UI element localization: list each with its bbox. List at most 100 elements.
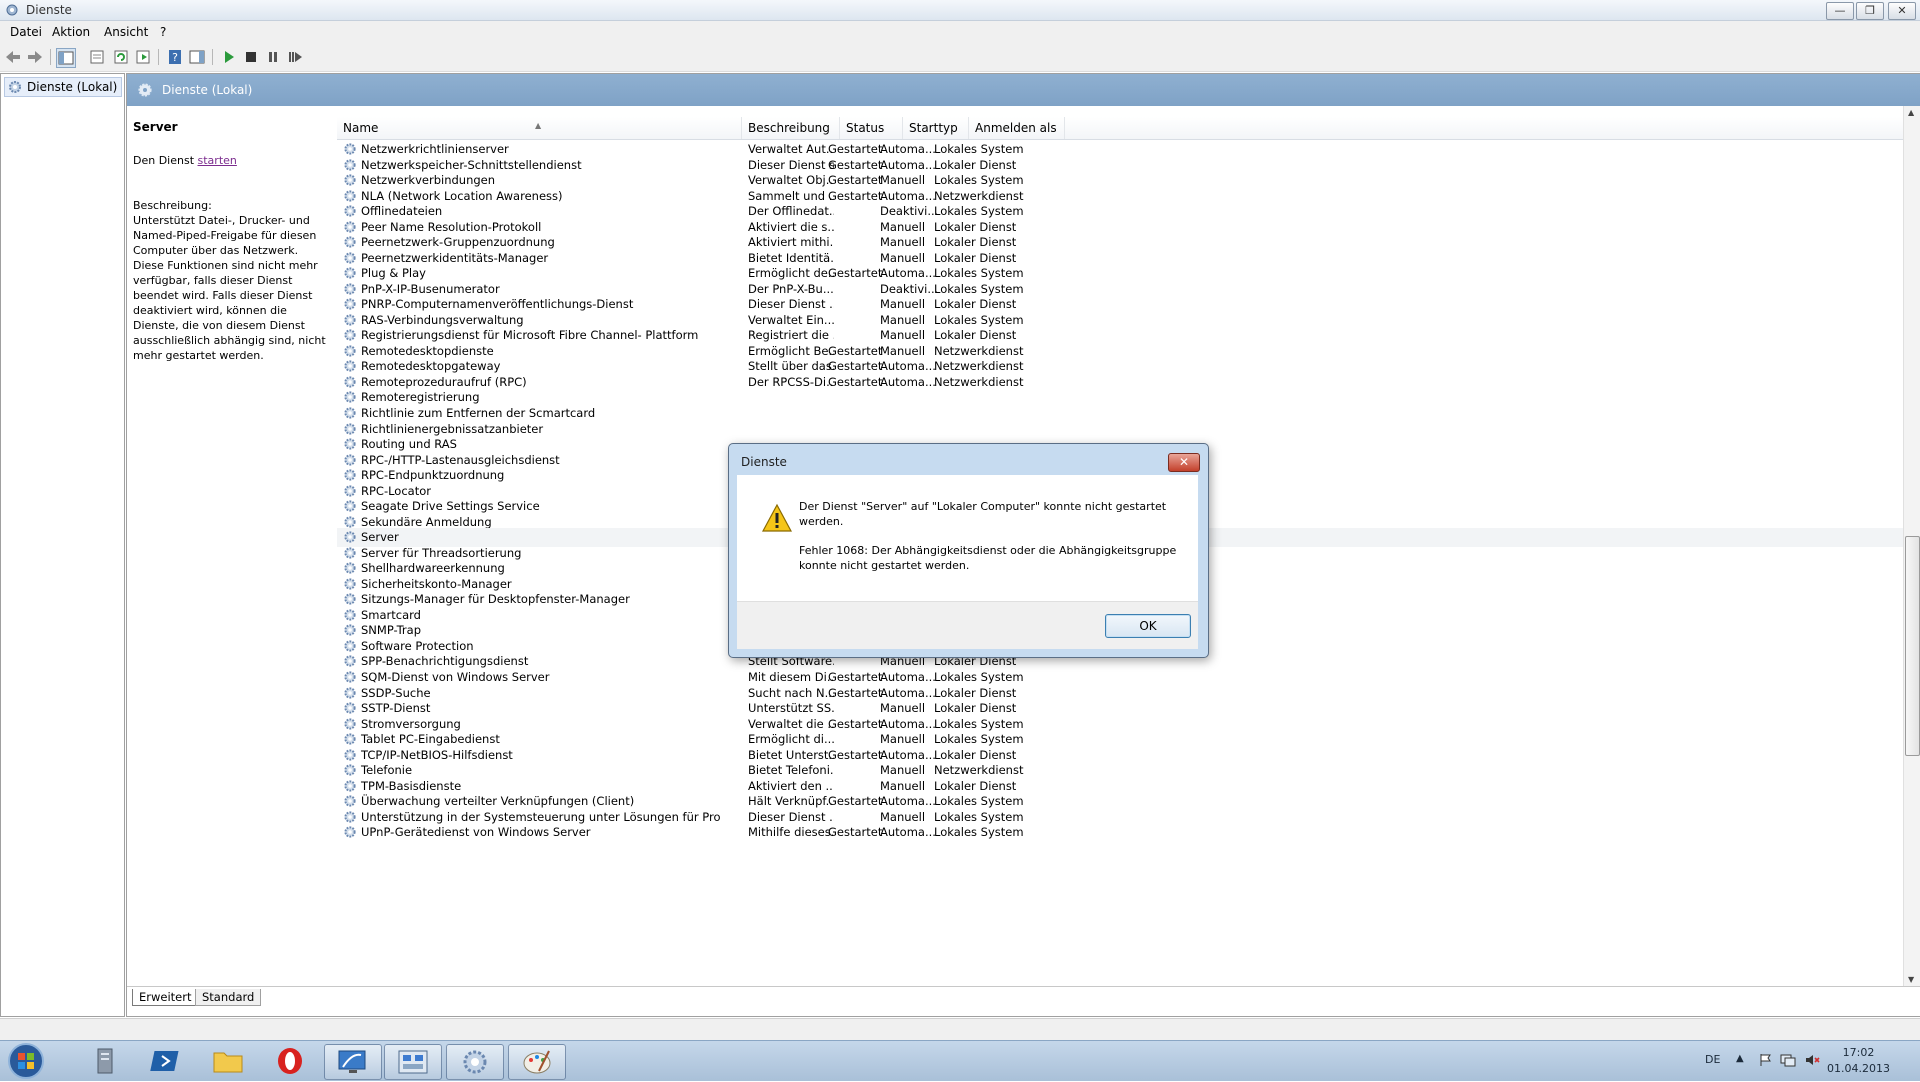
dialog-close-button[interactable]: ✕ <box>1168 453 1200 472</box>
menu-ansicht[interactable]: Ansicht <box>104 25 148 39</box>
menu-aktion[interactable]: Aktion <box>52 25 90 39</box>
dialog-message-1: Der Dienst "Server" auf "Lokaler Compute… <box>799 500 1167 528</box>
scroll-down-icon[interactable]: ▼ <box>1908 975 1914 984</box>
taskbar: DE ▲ 17:02 01.04.2013 <box>0 1040 1920 1081</box>
warning-icon <box>761 503 793 532</box>
service-name: TPM-Basisdienste <box>361 778 462 793</box>
toolbar: ? <box>0 43 1920 72</box>
ok-button[interactable]: OK <box>1105 614 1191 638</box>
folder-icon <box>213 1052 243 1073</box>
service-name: Remoteregistrierung <box>361 390 480 405</box>
scroll-thumb[interactable] <box>1905 536 1920 756</box>
svg-text:?: ? <box>172 51 178 64</box>
column-status[interactable]: Status <box>840 117 903 139</box>
show-action-pane-icon[interactable] <box>188 48 206 66</box>
menu-help[interactable]: ? <box>160 25 166 39</box>
service-name: TCP/IP-NetBIOS-Hilfsdienst <box>361 747 513 762</box>
service-name: Software Protection <box>361 638 474 653</box>
scroll-up-icon[interactable]: ▲ <box>1908 108 1914 117</box>
service-name: Seagate Drive Settings Service <box>361 499 540 514</box>
column-logon[interactable]: Anmelden als <box>969 117 1065 139</box>
service-name: Netzwerkrichtlinienserver <box>361 142 509 156</box>
taskbar-task-manager[interactable] <box>384 1044 442 1080</box>
menu-bar: Datei Aktion Ansicht ? <box>0 21 1920 43</box>
stop-service-icon[interactable] <box>242 48 260 66</box>
service-name: RPC-/HTTP-Lastenausgleichsdienst <box>361 452 560 467</box>
restart-service-icon[interactable] <box>286 48 304 66</box>
service-name: RPC-Locator <box>361 483 431 498</box>
column-name[interactable]: Name ▲ <box>337 117 742 139</box>
service-name: Überwachung verteilter Verknüpfungen (Cl… <box>361 794 635 809</box>
server-icon <box>97 1048 113 1074</box>
taskbar-remote-desktop[interactable] <box>324 1044 382 1080</box>
tab-standard[interactable]: Standard <box>195 989 262 1006</box>
start-service-line: Den Dienst starten <box>133 154 237 167</box>
paint-icon <box>523 1050 551 1074</box>
dialog-message: Der Dienst "Server" auf "Lokaler Compute… <box>799 499 1184 573</box>
service-name: SNMP-Trap <box>361 623 422 638</box>
service-name: Registrierungsdienst für Microsoft Fibre… <box>361 328 699 343</box>
main-header-title: Dienste (Lokal) <box>162 83 253 97</box>
start-button-icon[interactable] <box>4 1042 48 1080</box>
properties-icon[interactable] <box>88 48 106 66</box>
taskbar-opera[interactable] <box>262 1044 318 1078</box>
tab-erweitert[interactable]: Erweitert <box>132 989 199 1006</box>
network-icon[interactable] <box>1780 1053 1796 1067</box>
service-name: Netzwerkverbindungen <box>361 173 496 188</box>
tree-item-label: Dienste (Lokal) <box>27 80 118 94</box>
pause-service-icon[interactable] <box>264 48 282 66</box>
show-hidden-icons-icon[interactable]: ▲ <box>1736 1053 1744 1064</box>
service-logon-cell: Lokales System <box>934 825 1024 840</box>
taskbar-powershell[interactable] <box>140 1044 196 1078</box>
language-indicator[interactable]: DE <box>1705 1053 1720 1066</box>
dialog-footer: OK <box>737 601 1198 649</box>
minimize-button[interactable]: — <box>1826 2 1854 20</box>
start-service-icon[interactable] <box>220 48 238 66</box>
taskbar-explorer[interactable] <box>200 1044 256 1078</box>
volume-muted-icon[interactable] <box>1804 1053 1820 1067</box>
service-status-cell: Gestartet <box>828 825 883 840</box>
table-row[interactable]: UPnP-Gerätedienst von Windows Server Mith… <box>337 823 1903 842</box>
service-description-cell: Mithilfe dieses... <box>748 825 834 840</box>
toolbar-separator <box>158 49 159 65</box>
tree-item-services-local[interactable]: Dienste (Lokal) <box>4 77 123 97</box>
service-name: Sicherheitskonto-Manager <box>361 576 512 591</box>
service-name: Sekundäre Anmeldung <box>361 514 492 529</box>
help-icon[interactable]: ? <box>166 48 184 66</box>
column-description[interactable]: Beschreibung <box>742 117 840 139</box>
column-header: Name ▲ Beschreibung Status Starttyp Anmel… <box>337 117 1903 140</box>
description-label: Beschreibung: <box>133 199 212 212</box>
forward-arrow-icon[interactable] <box>26 48 44 66</box>
menu-datei[interactable]: Datei <box>10 25 42 39</box>
service-name: SQM-Dienst von Windows Server <box>361 670 550 685</box>
dialog-body: Der Dienst "Server" auf "Lokaler Compute… <box>737 475 1198 601</box>
back-arrow-icon[interactable] <box>4 48 22 66</box>
service-name: SPP-Benachrichtigungsdienst <box>361 654 529 669</box>
service-name: Stromversorgung <box>361 716 461 731</box>
maximize-button[interactable]: ❐ <box>1856 2 1884 20</box>
system-clock[interactable]: 17:02 01.04.2013 <box>1827 1045 1890 1077</box>
taskbar-services[interactable] <box>446 1044 504 1080</box>
service-name: SSTP-Dienst <box>361 701 431 716</box>
sort-ascending-icon: ▲ <box>535 121 542 130</box>
powershell-icon <box>150 1051 179 1071</box>
action-center-flag-icon[interactable] <box>1758 1053 1772 1067</box>
taskbar-server-manager[interactable] <box>78 1044 134 1078</box>
service-starttype-cell: Automa... <box>880 825 936 840</box>
service-name: Remoteprozeduraufruf (RPC) <box>361 374 527 389</box>
service-name: Sitzungs-Manager für Desktopfenster-Mana… <box>361 592 630 607</box>
vertical-scrollbar[interactable]: ▲ ▼ <box>1903 106 1920 986</box>
close-window-button[interactable]: ✕ <box>1888 2 1916 20</box>
taskbar-paint[interactable] <box>508 1044 566 1080</box>
export-list-icon[interactable] <box>134 48 152 66</box>
console-tree-icon[interactable] <box>56 48 76 68</box>
start-service-link[interactable]: starten <box>198 154 237 167</box>
clock-time: 17:02 <box>1842 1046 1875 1059</box>
opera-icon <box>278 1048 302 1074</box>
column-name-label: Name <box>343 121 379 135</box>
refresh-icon[interactable] <box>112 48 130 66</box>
service-name: Smartcard <box>361 607 421 622</box>
column-starttype[interactable]: Starttyp <box>903 117 969 139</box>
start-prefix-text: Den Dienst <box>133 154 198 167</box>
service-name: UPnP-Gerätedienst von Windows Server <box>361 825 591 840</box>
